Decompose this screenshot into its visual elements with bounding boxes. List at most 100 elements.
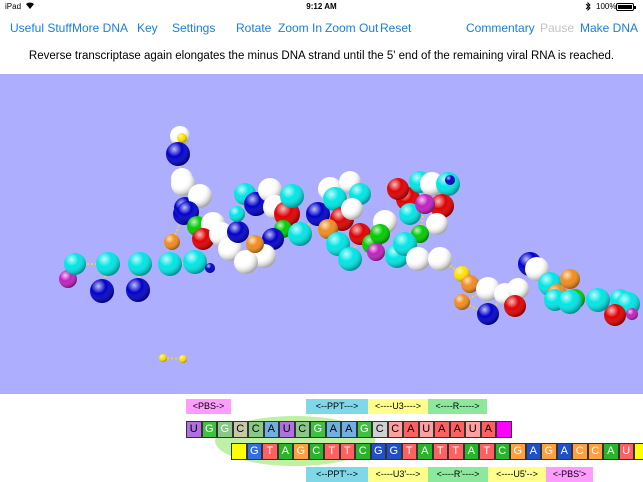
nucleotide-cell: A [480, 421, 496, 438]
nucleotide-cell: C [232, 421, 248, 438]
zoom-in-button[interactable]: Zoom In [278, 21, 322, 35]
rotate-button[interactable]: Rotate [236, 21, 271, 35]
atom-shading [229, 206, 245, 222]
nucleotide-cell: G [370, 443, 386, 460]
atom-shading [367, 243, 385, 261]
nucleotide-cell: U [186, 421, 202, 438]
nucleotide-cell: G [510, 443, 526, 460]
atom-shading [177, 133, 187, 143]
nucleotide-cell: G [293, 443, 309, 460]
atom-shading [558, 290, 582, 314]
atom-shading [96, 252, 120, 276]
zoom-out-button[interactable]: Zoom Out [325, 21, 378, 35]
nucleotide-cell: C [308, 443, 324, 460]
nucleotide-cell: T [401, 443, 417, 460]
atom-shading [341, 198, 363, 220]
nucleotide-cell [496, 421, 512, 438]
nucleotide-cell: C [248, 421, 264, 438]
nucleotide-cell: T [432, 443, 448, 460]
top-label-pbs: <PBS-> [186, 399, 231, 414]
atom-shading [126, 278, 150, 302]
nucleotide-cell: C [587, 443, 603, 460]
nucleotide-cell: T [448, 443, 464, 460]
atom-shading [164, 234, 180, 250]
nucleotide-cell: A [434, 421, 450, 438]
atom-shading [415, 194, 435, 214]
nucleotide-cell: A [556, 443, 572, 460]
bottom-label-u5: <----U5'--> [488, 467, 546, 482]
top-label-u3: <----U3----> [368, 399, 428, 414]
nucleotide-cell [231, 443, 247, 460]
nucleotide-cell: G [246, 443, 262, 460]
nucleotide-cell: U [618, 443, 634, 460]
pause-button[interactable]: Pause [540, 21, 574, 35]
bottom-label-r: <----R'----> [428, 467, 488, 482]
more-dna-button[interactable]: More DNA [72, 21, 128, 35]
atom-shading [64, 253, 86, 275]
nucleotide-cell: T [262, 443, 278, 460]
nucleotide-cell: A [449, 421, 465, 438]
nucleotide-cell: T [339, 443, 355, 460]
step-caption: Reverse transcriptase again elongates th… [28, 50, 615, 62]
reset-button[interactable]: Reset [380, 21, 411, 35]
nucleotide-cell: G [217, 421, 233, 438]
atom-shading [477, 303, 499, 325]
top-label-ppt: <--PPT---> [306, 399, 368, 414]
status-time: 9:12 AM [306, 2, 337, 11]
sequence-panel: <PBS-> <--PPT---> <----U3----> <----R---… [0, 394, 643, 482]
battery-percent: 100% [596, 2, 617, 11]
nucleotide-cell: T [324, 443, 340, 460]
nucleotide-cell: G [386, 443, 402, 460]
nucleotide-cell: C [494, 443, 510, 460]
atom-shading [205, 263, 215, 273]
nucleotide-cell: C [372, 421, 388, 438]
nucleotide-cell: A [341, 421, 357, 438]
atom-shading [166, 142, 190, 166]
battery-icon [616, 3, 636, 11]
useful-stuff-button[interactable]: Useful Stuff [10, 21, 72, 35]
dna-minus-strand: GTAGCTTCGGTATTATCGAGACCAU [231, 443, 643, 460]
make-dna-button[interactable]: Make DNA [580, 21, 638, 35]
nucleotide-cell: A [603, 443, 619, 460]
bottom-label-ppt: <--PPT'--> [306, 467, 368, 482]
bottom-label-u3: <----U3'---> [368, 467, 428, 482]
toolbar: Useful Stuff More DNA Key Settings Rotat… [0, 14, 643, 44]
nucleotide-cell: C [387, 421, 403, 438]
status-bar: iPad 9:12 AM 100% [0, 0, 643, 14]
molecule-model[interactable] [0, 74, 643, 394]
settings-button[interactable]: Settings [172, 21, 215, 35]
nucleotide-cell: A [463, 443, 479, 460]
nucleotide-cell: A [263, 421, 279, 438]
atom-shading [454, 294, 470, 310]
nucleotide-cell: C [355, 443, 371, 460]
atom-shading [183, 250, 207, 274]
nucleotide-cell: A [403, 421, 419, 438]
nucleotide-cell: U [418, 421, 434, 438]
nucleotide-cell: A [277, 443, 293, 460]
nucleotide-cell: A [417, 443, 433, 460]
nucleotide-cell: U [465, 421, 481, 438]
nucleotide-cell: G [310, 421, 326, 438]
atom-shading [604, 304, 626, 326]
nucleotide-cell [634, 443, 643, 460]
molecule-viewer[interactable] [0, 74, 643, 394]
atom-shading [406, 247, 430, 271]
bottom-label-pbs: <-PBS'> [546, 467, 593, 482]
nucleotide-cell: U [279, 421, 295, 438]
atom-shading [445, 175, 455, 185]
nucleotide-cell: C [294, 421, 310, 438]
rna-strand: UGGCCAUCGAAGCCAUAAUA [186, 421, 512, 438]
atom-shading [560, 269, 580, 289]
atom-shading [426, 213, 448, 235]
atom-shading [280, 184, 304, 208]
atom-shading [158, 252, 182, 276]
atom-shading [159, 354, 167, 362]
atom-shading [428, 247, 452, 271]
atom-shading [387, 178, 409, 200]
atom-shading [179, 355, 187, 363]
nucleotide-cell: A [325, 421, 341, 438]
commentary-button[interactable]: Commentary [466, 21, 535, 35]
bluetooth-icon [585, 1, 591, 13]
nucleotide-cell: A [525, 443, 541, 460]
key-button[interactable]: Key [137, 21, 158, 35]
